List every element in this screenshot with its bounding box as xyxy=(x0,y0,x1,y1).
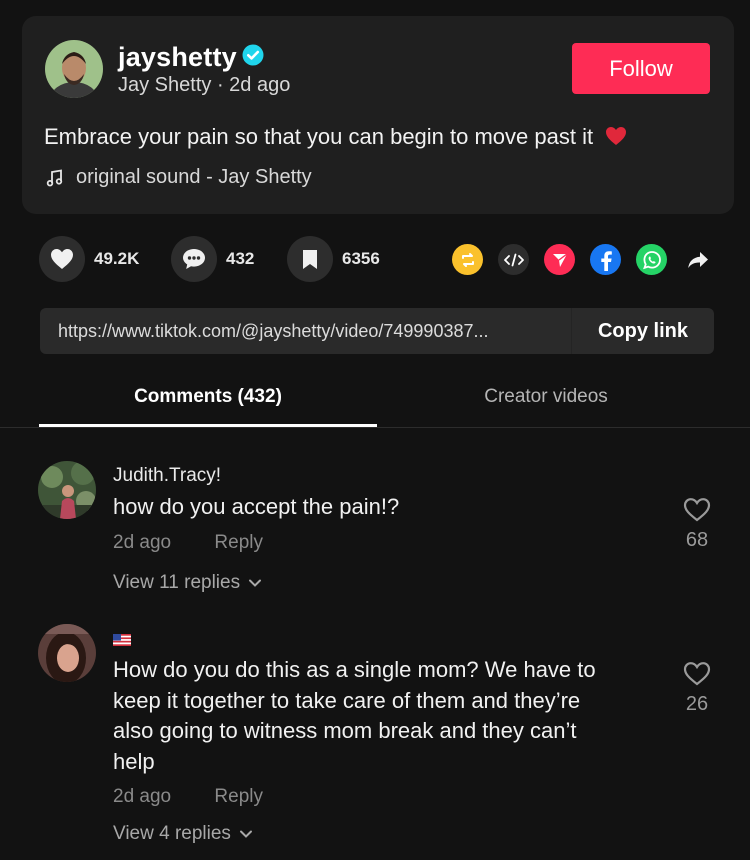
comment-time: 2d ago xyxy=(113,786,172,807)
follow-button[interactable]: Follow xyxy=(572,43,710,94)
comment-like-count: 68 xyxy=(685,529,709,551)
like-button[interactable] xyxy=(39,236,85,282)
send-icon xyxy=(552,252,567,267)
comment-meta: 2d ago Reply xyxy=(113,532,263,554)
comment-button[interactable] xyxy=(171,236,217,282)
tab-comments[interactable]: Comments (432) xyxy=(39,386,377,408)
heart-outline-icon xyxy=(683,498,711,522)
view-replies-label: View 4 replies xyxy=(113,823,231,844)
chevron-down-icon xyxy=(239,830,252,838)
facebook-button[interactable] xyxy=(590,244,621,275)
caption-text: Embrace your pain so that you can begin … xyxy=(44,124,594,149)
embed-button[interactable] xyxy=(498,244,529,275)
more-share-button[interactable] xyxy=(682,244,713,275)
comment-time: 2d ago xyxy=(113,532,172,553)
facebook-icon xyxy=(600,250,612,271)
comment-line: help xyxy=(113,748,155,774)
comment-username[interactable] xyxy=(113,630,131,652)
tabs-divider xyxy=(0,427,750,428)
repost-button[interactable] xyxy=(452,244,483,275)
comment-like[interactable]: 26 xyxy=(680,661,714,716)
heart-outline-icon xyxy=(683,662,711,686)
verified-badge-icon xyxy=(242,44,264,66)
reply-button[interactable]: Reply xyxy=(214,532,263,553)
comment-like[interactable]: 68 xyxy=(680,497,714,552)
save-button[interactable] xyxy=(287,236,333,282)
music-note-icon xyxy=(46,168,63,186)
send-button[interactable] xyxy=(544,244,575,275)
whatsapp-icon xyxy=(642,250,661,269)
comment-stat[interactable]: 432 xyxy=(171,236,254,282)
copy-link-button[interactable]: Copy link xyxy=(572,308,714,354)
repost-icon xyxy=(461,252,474,267)
comment-line: how do you accept the pain!? xyxy=(113,494,400,519)
creator-display-name: Jay Shetty xyxy=(118,74,212,96)
comment-username[interactable]: Judith.Tracy! xyxy=(113,465,221,487)
view-replies-button[interactable]: View 11 replies xyxy=(113,572,262,594)
comment-avatar[interactable] xyxy=(38,624,96,682)
view-replies-button[interactable]: View 4 replies xyxy=(113,823,253,845)
comment-count: 432 xyxy=(226,249,255,268)
like-count: 49.2K xyxy=(94,249,140,268)
view-replies-label: View 11 replies xyxy=(113,572,241,593)
whatsapp-button[interactable] xyxy=(636,244,667,275)
creator-avatar[interactable] xyxy=(45,40,103,98)
share-arrow-icon xyxy=(687,251,708,268)
share-link-url[interactable]: https://www.tiktok.com/@jayshetty/video/… xyxy=(58,321,489,342)
bookmark-icon xyxy=(303,249,317,269)
embed-icon xyxy=(503,253,524,266)
sound-name: original sound - Jay Shetty xyxy=(76,166,312,188)
post-caption: Embrace your pain so that you can begin … xyxy=(44,124,627,150)
comment-meta: 2d ago Reply xyxy=(113,786,263,808)
reply-button[interactable]: Reply xyxy=(214,786,263,807)
creator-username[interactable]: jayshetty xyxy=(118,42,237,73)
creator-subline: Jay Shetty · 2d ago xyxy=(118,74,290,97)
comment-bubble-icon xyxy=(183,249,205,269)
separator-dot: · xyxy=(216,74,230,96)
tab-creator-videos[interactable]: Creator videos xyxy=(377,386,715,408)
save-stat[interactable]: 6356 xyxy=(287,236,380,282)
post-time: 2d ago xyxy=(229,74,291,96)
comment-like-count: 26 xyxy=(685,693,709,715)
red-heart-icon xyxy=(606,127,627,145)
like-stat[interactable]: 49.2K xyxy=(39,236,139,282)
sound-link[interactable]: original sound - Jay Shetty xyxy=(46,166,312,189)
chevron-down-icon xyxy=(249,579,262,587)
comment-line: keep it together to take care of them an… xyxy=(113,687,581,713)
post-card: jayshetty Jay Shetty · 2d ago Follow Emb… xyxy=(22,16,734,214)
comment-text: how do you accept the pain!? xyxy=(113,492,399,523)
share-link-box: https://www.tiktok.com/@jayshetty/video/… xyxy=(40,308,714,354)
comment-text: How do you do this as a single mom? We h… xyxy=(113,655,596,777)
comment-line: How do you do this as a single mom? We h… xyxy=(113,657,596,682)
heart-icon xyxy=(51,249,73,269)
comment-line: also going to witness mom break and they… xyxy=(113,718,577,743)
save-count: 6356 xyxy=(342,249,380,268)
us-flag-icon xyxy=(113,634,131,646)
comment-avatar[interactable] xyxy=(38,461,96,519)
